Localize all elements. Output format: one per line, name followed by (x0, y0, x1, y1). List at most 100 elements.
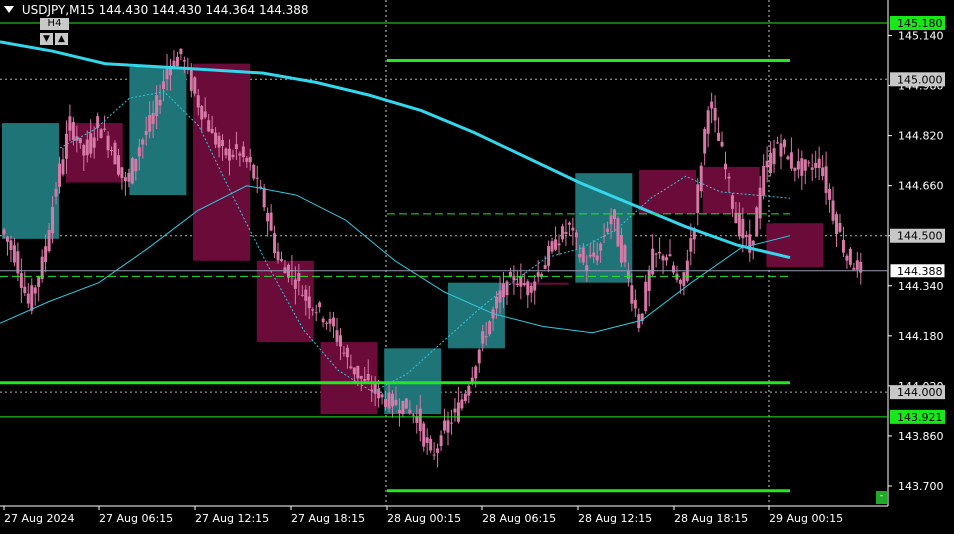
candle-body (567, 222, 571, 225)
candle-body (467, 385, 471, 396)
candle-body (280, 259, 283, 261)
candle-body (668, 254, 672, 257)
y-tick-label: 144.180 (898, 330, 944, 343)
candle-body (214, 132, 218, 145)
candle-body (564, 231, 568, 234)
candle-body (661, 255, 665, 261)
candle-body (78, 138, 82, 144)
candle-body (352, 367, 356, 375)
candle-body (602, 235, 606, 237)
candle-body (772, 148, 776, 165)
candle-body (841, 239, 845, 253)
candle-body (425, 437, 429, 443)
candle-body (793, 167, 797, 171)
candle-body (116, 155, 120, 175)
candle-body (155, 95, 159, 117)
candle-body (703, 128, 707, 154)
candle-body (741, 218, 745, 239)
candle-body (30, 285, 34, 311)
candle-body (751, 240, 755, 245)
candle-body (71, 122, 75, 140)
candle-body (429, 438, 433, 451)
x-tick-label: 28 Aug 06:15 (482, 512, 556, 525)
candle-body (630, 285, 634, 304)
y-tick-label: 144.820 (898, 130, 944, 143)
candle-body (654, 253, 658, 255)
candle-body (68, 116, 72, 131)
candle-body (110, 150, 114, 152)
candle-body (845, 255, 849, 261)
candle-body (671, 265, 675, 273)
candle-body (779, 143, 783, 157)
candle-body (786, 156, 790, 160)
scroll-up-button[interactable]: ▲ (55, 33, 68, 45)
candle-body (529, 285, 533, 293)
price-tag-label: 144.000 (897, 386, 943, 399)
candle-body (120, 167, 124, 178)
candle-body (151, 113, 155, 124)
candle-body (397, 409, 401, 414)
candle-body (418, 408, 422, 432)
candle-body (19, 273, 23, 288)
candle-body (574, 232, 578, 238)
x-tick-label: 28 Aug 18:15 (674, 512, 748, 525)
candle-body (99, 129, 103, 139)
x-tick-label: 27 Aug 06:15 (99, 512, 173, 525)
scroll-down-button[interactable]: ▼ (40, 33, 53, 45)
candle-body (64, 133, 68, 159)
chart-canvas[interactable]: 145.140144.980144.820144.660144.500144.3… (0, 0, 954, 530)
candle-body (803, 159, 807, 171)
candle-body (554, 239, 558, 250)
chart-area[interactable]: 145.140144.980144.820144.660144.500144.3… (0, 0, 954, 530)
candle-body (276, 251, 280, 261)
candle-body (689, 238, 693, 252)
candle-body (130, 158, 134, 184)
candle-body (248, 156, 252, 163)
candle-body (706, 110, 710, 134)
h4-box (193, 63, 251, 261)
candle-body (16, 251, 20, 274)
candle-body (387, 392, 391, 409)
ohlc-close: 144.388 (258, 3, 309, 17)
candle-body (765, 160, 769, 168)
ohlc-low: 144.364 (205, 3, 256, 17)
candle-body (550, 241, 554, 252)
candle-body (515, 283, 519, 285)
dropdown-icon[interactable] (4, 6, 14, 13)
candle-body (411, 414, 415, 416)
candle-body (408, 409, 412, 413)
candle-body (633, 300, 637, 309)
candle-body (526, 281, 530, 296)
candle-body (713, 107, 717, 121)
candle-body (61, 159, 65, 175)
candle-body (332, 317, 336, 327)
candle-body (293, 279, 297, 289)
candle-body (162, 81, 166, 89)
candle-body (543, 265, 547, 269)
candle-body (9, 240, 13, 250)
candle-body (359, 376, 363, 379)
candle-body (474, 366, 478, 379)
candle-body (678, 279, 682, 284)
candle-body (311, 309, 315, 311)
candle-body (710, 101, 714, 109)
candle-body (158, 99, 162, 106)
candle-body (262, 187, 266, 208)
candle-body (477, 349, 481, 364)
candle-body (547, 246, 551, 266)
timeframe-button[interactable]: H4 (40, 18, 69, 30)
corner-button[interactable]: - (876, 491, 887, 504)
candle-body (578, 254, 582, 258)
candle-body (824, 166, 828, 193)
candle-body (658, 251, 662, 254)
candle-body (54, 188, 58, 197)
candle-body (269, 212, 273, 231)
candle-body (439, 435, 443, 447)
candle-body (734, 212, 738, 224)
candle-body (720, 141, 724, 147)
candle-body (481, 331, 485, 344)
candle-body (647, 269, 651, 291)
candle-body (456, 402, 460, 422)
candle-body (40, 256, 44, 279)
candle-body (606, 228, 610, 232)
